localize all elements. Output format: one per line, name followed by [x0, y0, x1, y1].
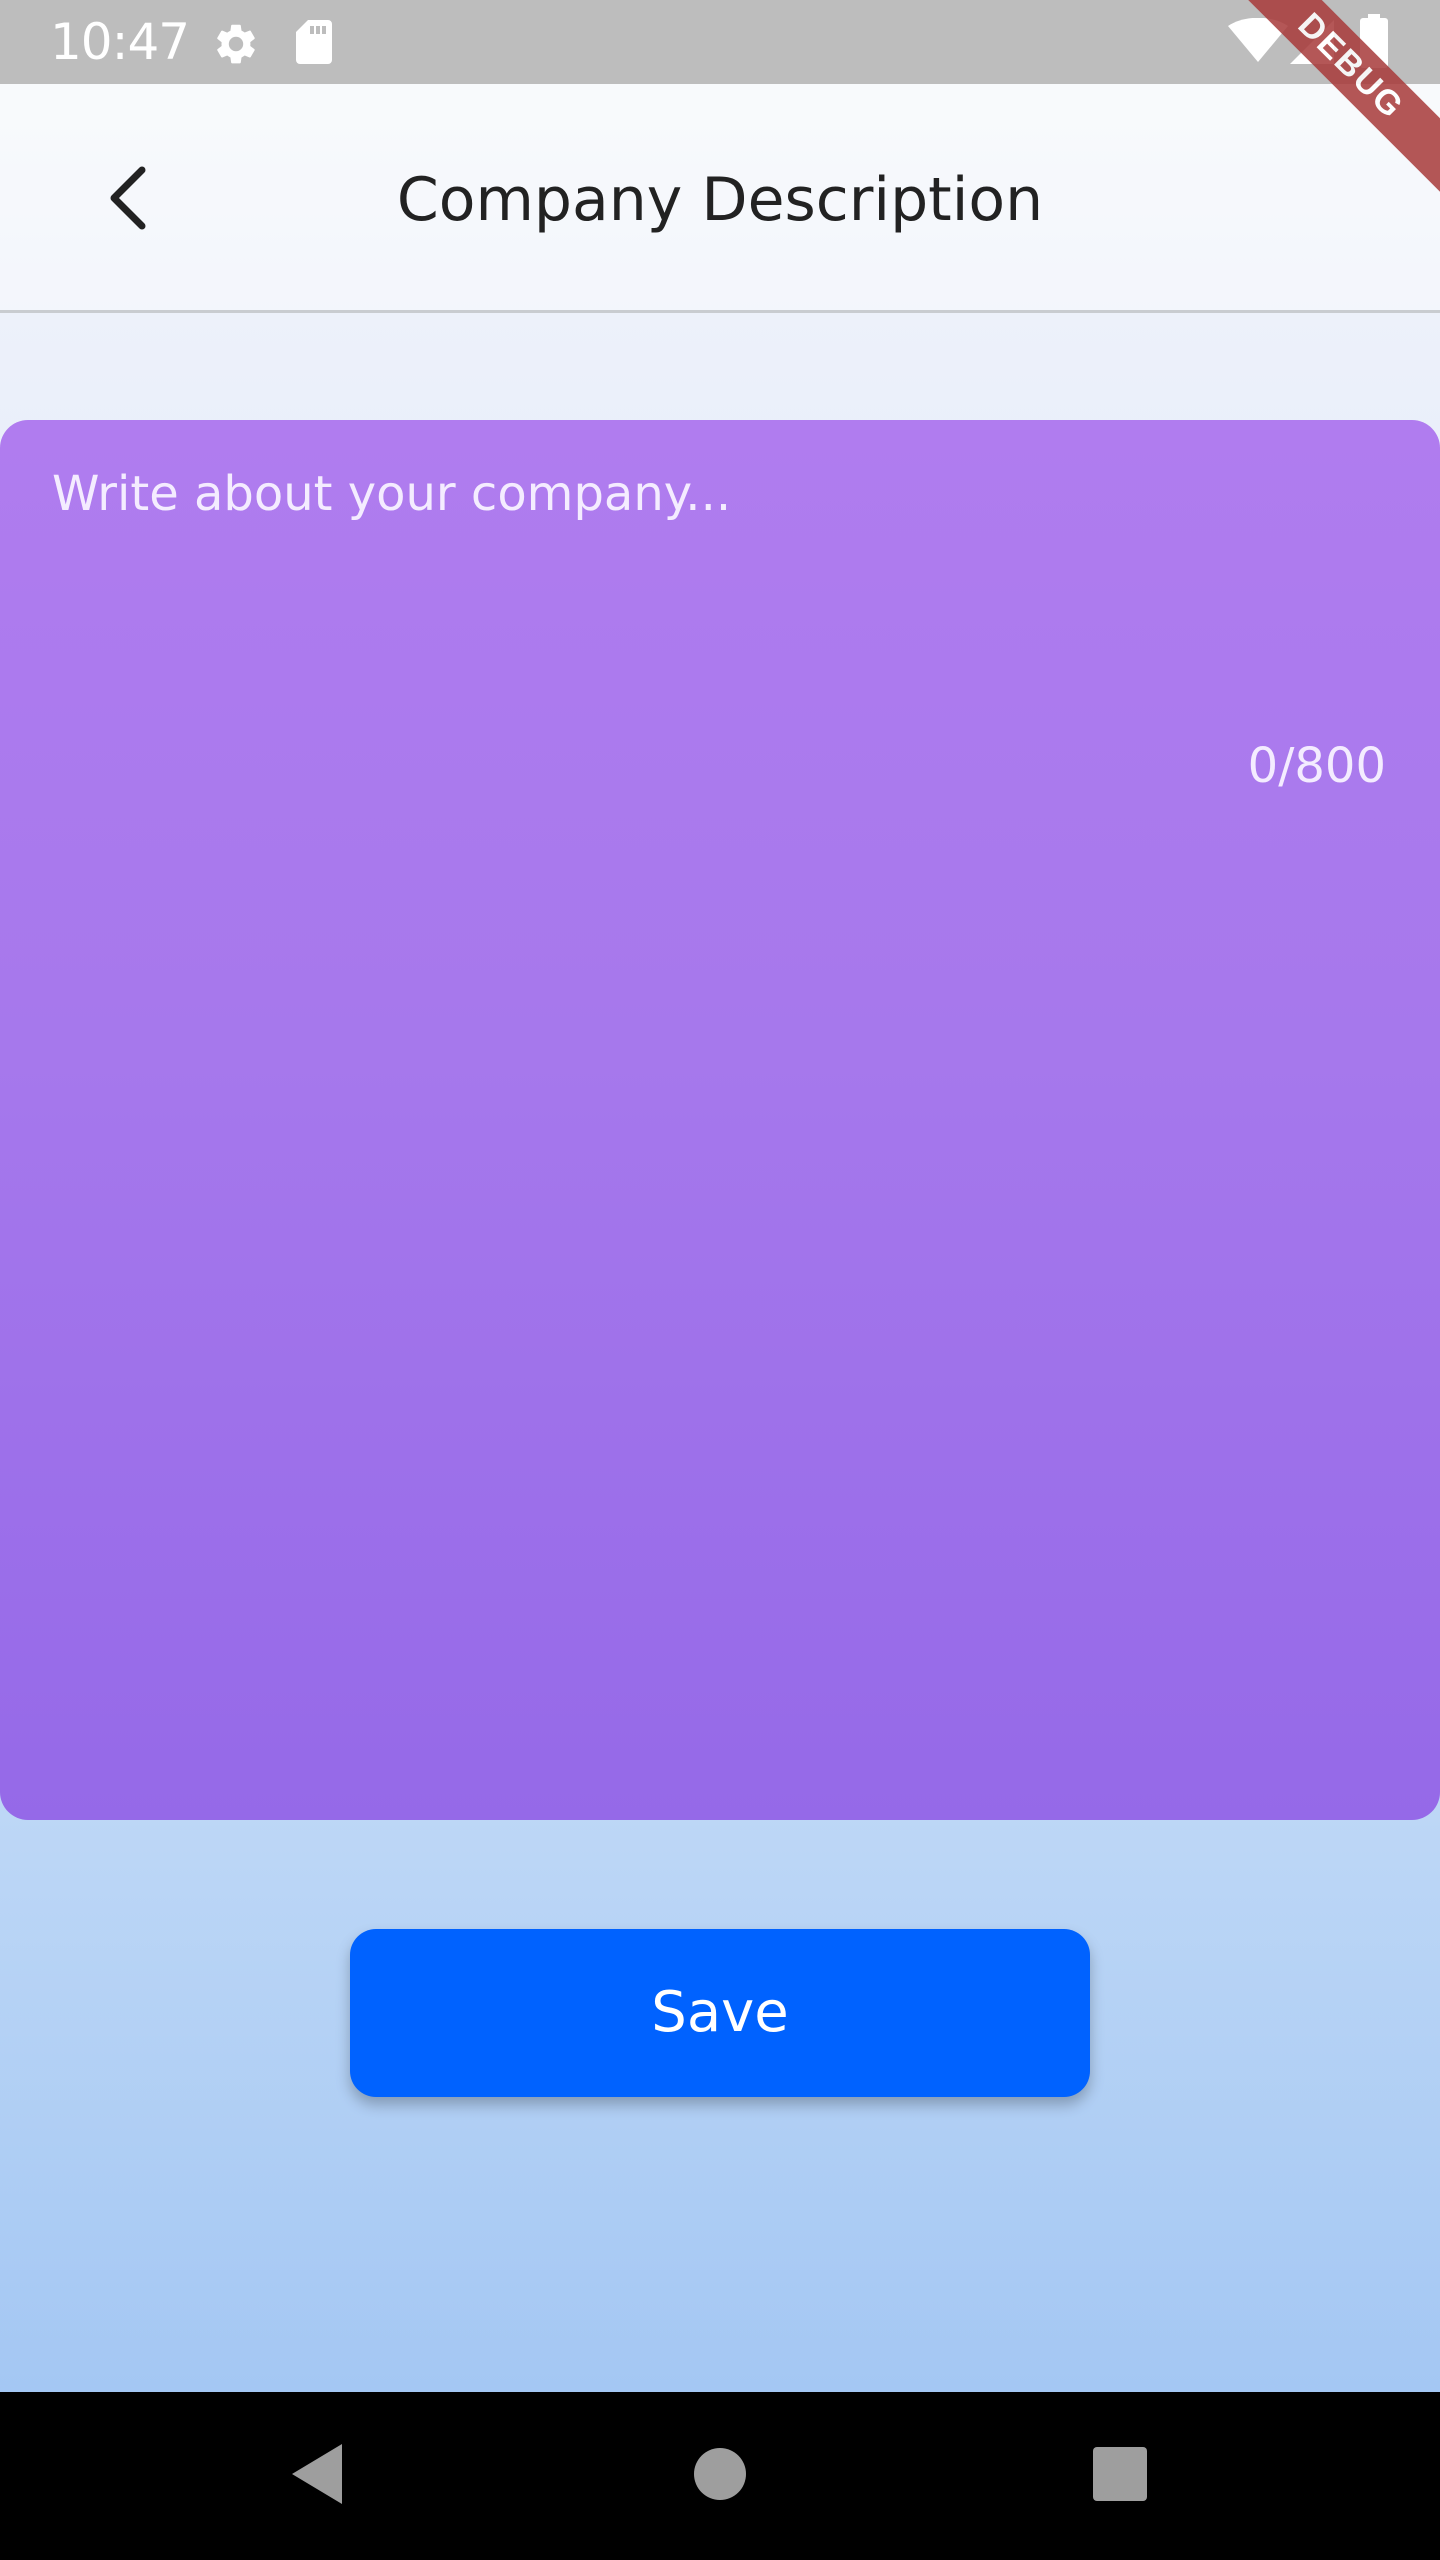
battery-icon: [1360, 14, 1388, 68]
recents-square-icon[interactable]: [1080, 2434, 1160, 2514]
signal-icon: [1290, 20, 1334, 64]
character-counter: 0/800: [1247, 738, 1386, 794]
save-button[interactable]: Save: [350, 1929, 1090, 2097]
system-navigation-bar: [0, 2392, 1440, 2560]
company-description-input[interactable]: [52, 460, 1382, 590]
status-bar: 10:47: [0, 0, 1440, 84]
description-card: 0/800: [0, 420, 1440, 1820]
app-screen: Company Description 0/800 Save: [0, 84, 1440, 2392]
wifi-icon: [1228, 18, 1288, 62]
page-title: Company Description: [396, 165, 1044, 235]
home-circle-icon[interactable]: [680, 2434, 760, 2514]
sd-card-icon: [296, 20, 332, 64]
app-bar: Company Description: [0, 84, 1440, 313]
gear-icon: [217, 24, 255, 64]
status-time: 10:47: [50, 13, 190, 71]
back-triangle-icon[interactable]: [280, 2434, 360, 2514]
